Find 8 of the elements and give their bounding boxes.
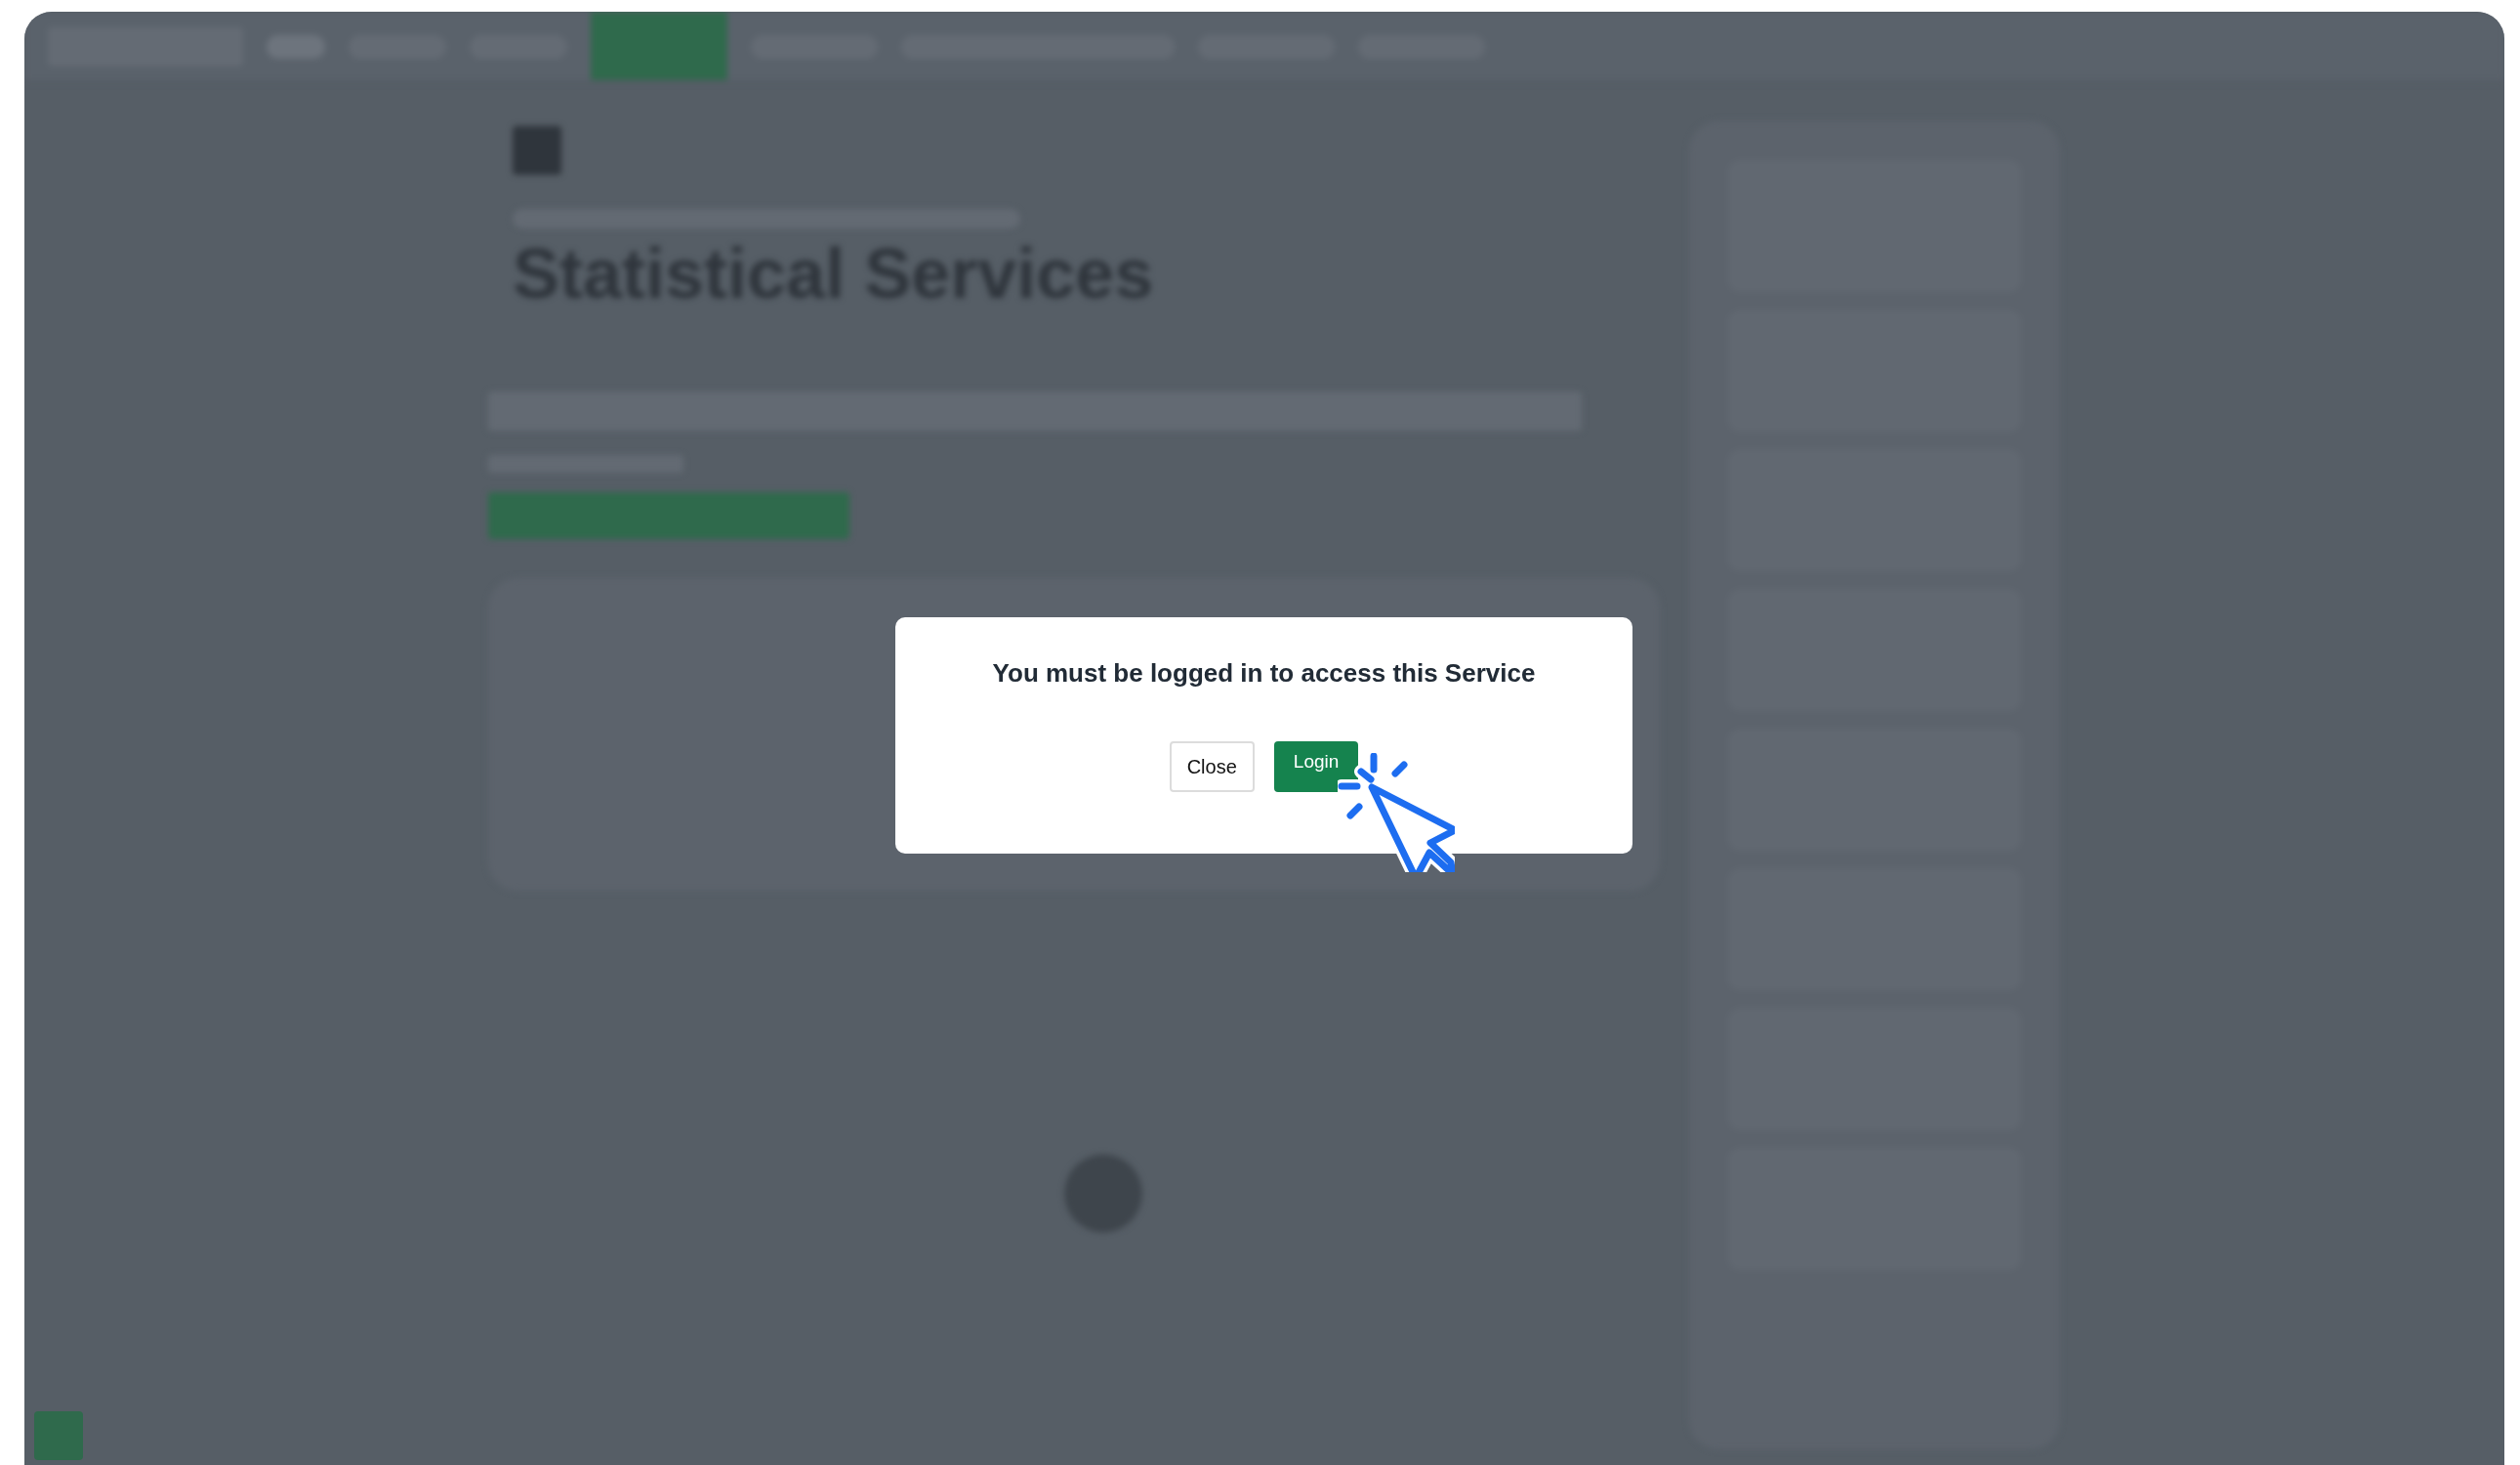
blurred-play-button[interactable]	[1064, 1154, 1142, 1233]
blurred-action-button[interactable]	[488, 492, 849, 539]
close-button[interactable]: Close	[1169, 741, 1255, 792]
dialog-message: You must be logged in to access this Service	[992, 657, 1536, 690]
blurred-back-button[interactable]	[513, 126, 561, 175]
blurred-active-nav-tab[interactable]	[591, 12, 727, 80]
login-button[interactable]: Login	[1273, 741, 1359, 792]
chat-button[interactable]	[34, 1411, 83, 1460]
